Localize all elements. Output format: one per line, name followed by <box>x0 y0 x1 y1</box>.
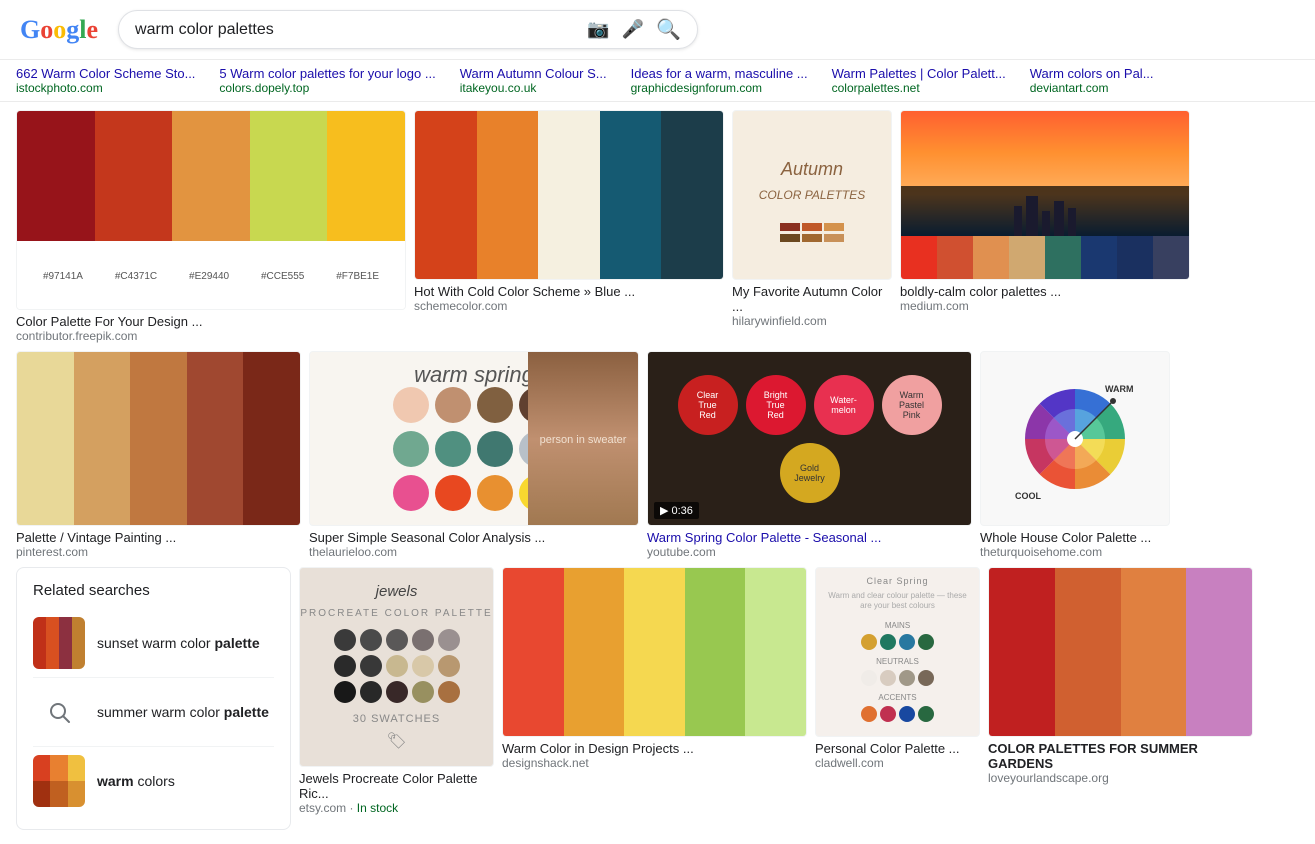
top-link-url: deviantart.com <box>1030 81 1154 95</box>
top-link-title[interactable]: 662 Warm Color Scheme Sto... <box>16 66 195 81</box>
related-item-sunset[interactable]: sunset warm color palette <box>33 609 274 678</box>
top-link-url: itakeyou.co.uk <box>460 81 607 95</box>
camera-search-button[interactable]: 📷 <box>587 19 609 40</box>
image-source: contributor.freepik.com <box>16 329 406 343</box>
image-row-2: Palette / Vintage Painting ... pinterest… <box>16 351 1299 830</box>
image-row-2-wrapper: Palette / Vintage Painting ... pinterest… <box>16 351 1299 830</box>
top-link-item[interactable]: 5 Warm color palettes for your logo ... … <box>219 66 435 95</box>
related-searches-panel: Related searches <box>16 567 291 830</box>
image-caption: Personal Color Palette ... <box>815 741 980 756</box>
image-caption: Jewels Procreate Color Palette Ric... <box>299 771 494 801</box>
image-card-warm-spring-video[interactable]: ClearTrueRed BrightTrueRed Water-melon W… <box>647 351 972 559</box>
top-link-url: graphicdesignforum.com <box>631 81 808 95</box>
image-source: theturquoisehome.com <box>980 545 1170 559</box>
top-links: 662 Warm Color Scheme Sto... istockphoto… <box>0 60 1315 102</box>
main-content: #97141A #C4371C #E29440 #CCE555 #F7BE1E … <box>0 102 1315 838</box>
image-source: cladwell.com <box>815 756 980 770</box>
related-item-label-summer: summer warm color palette <box>97 704 269 720</box>
svg-text:COOL: COOL <box>1015 491 1042 501</box>
image-card-autumn[interactable]: AutumnCOLOR PALETTES My Favorite Autumn … <box>732 110 892 328</box>
image-card-boldly-calm[interactable]: boldly-calm color palettes ... medium.co… <box>900 110 1190 313</box>
top-link-title[interactable]: 5 Warm color palettes for your logo ... <box>219 66 435 81</box>
search-input[interactable] <box>135 21 587 39</box>
search-button[interactable]: 🔍 <box>656 17 681 42</box>
top-link-title[interactable]: Warm Palettes | Color Palett... <box>832 66 1006 81</box>
related-searches-title: Related searches <box>33 582 274 599</box>
top-link-item[interactable]: Ideas for a warm, masculine ... graphicd… <box>631 66 808 95</box>
top-link-url: istockphoto.com <box>16 81 195 95</box>
image-card-personal-color[interactable]: Clear Spring Warm and clear colour palet… <box>815 567 980 770</box>
related-item-label-sunset: sunset warm color palette <box>97 635 260 651</box>
image-caption: Super Simple Seasonal Color Analysis ... <box>309 530 639 545</box>
image-source: medium.com <box>900 299 1190 313</box>
image-caption: My Favorite Autumn Color ... <box>732 284 892 314</box>
image-source: youtube.com <box>647 545 972 559</box>
related-thumb-warm-colors <box>33 755 85 807</box>
related-item-summer[interactable]: summer warm color palette <box>33 678 274 747</box>
image-source: loveyourlandscape.org <box>988 771 1253 785</box>
image-source: schemecolor.com <box>414 299 724 313</box>
image-card-whole-house[interactable]: WARM COOL Whole House Color Palette ... … <box>980 351 1170 559</box>
image-caption: COLOR PALETTES FOR SUMMER GARDENS <box>988 741 1253 771</box>
image-card-summer-gardens[interactable]: COLOR PALETTES FOR SUMMER GARDENS loveyo… <box>988 567 1253 785</box>
related-icon-search <box>33 686 85 738</box>
image-source: pinterest.com <box>16 545 301 559</box>
top-link-item[interactable]: Warm Palettes | Color Palett... colorpal… <box>832 66 1006 95</box>
image-card-hotcold[interactable]: Hot With Cold Color Scheme » Blue ... sc… <box>414 110 724 313</box>
image-source: thelaurieloo.com <box>309 545 639 559</box>
image-caption[interactable]: Warm Spring Color Palette - Seasonal ... <box>647 530 972 545</box>
image-card-warm-spring-analysis[interactable]: warm spring <box>309 351 639 559</box>
image-caption: boldly-calm color palettes ... <box>900 284 1190 299</box>
top-link-url: colors.dopely.top <box>219 81 435 95</box>
image-caption: Warm Color in Design Projects ... <box>502 741 807 756</box>
image-source: etsy.com · In stock <box>299 801 494 815</box>
voice-search-button[interactable]: 🎤 <box>622 19 644 40</box>
google-logo[interactable]: G o o g l e <box>20 15 98 45</box>
top-link-title[interactable]: Warm colors on Pal... <box>1030 66 1154 81</box>
image-caption: Palette / Vintage Painting ... <box>16 530 301 545</box>
image-source: hilarywinfield.com <box>732 314 892 328</box>
top-link-item[interactable]: Warm colors on Pal... deviantart.com <box>1030 66 1154 95</box>
bottom-image-cards: jewels PROCREATE COLOR PALETTE <box>299 567 1299 815</box>
image-row-1: #97141A #C4371C #E29440 #CCE555 #F7BE1E … <box>16 110 1299 343</box>
image-source: designshack.net <box>502 756 807 770</box>
video-duration-badge: ▶ 0:36 <box>654 502 699 519</box>
svg-text:WARM: WARM <box>1105 384 1134 394</box>
image-card-jewels[interactable]: jewels PROCREATE COLOR PALETTE <box>299 567 494 815</box>
header: G o o g l e 📷 🎤 🔍 <box>0 0 1315 60</box>
related-thumb-sunset <box>33 617 85 669</box>
top-link-item[interactable]: 662 Warm Color Scheme Sto... istockphoto… <box>16 66 195 95</box>
top-link-title[interactable]: Ideas for a warm, masculine ... <box>631 66 808 81</box>
image-card-vintage[interactable]: Palette / Vintage Painting ... pinterest… <box>16 351 301 559</box>
top-link-title[interactable]: Warm Autumn Colour S... <box>460 66 607 81</box>
search-bar: 📷 🎤 🔍 <box>118 10 698 49</box>
image-caption: Hot With Cold Color Scheme » Blue ... <box>414 284 724 299</box>
related-item-warm-colors[interactable]: warm colors <box>33 747 274 815</box>
related-item-label-warm-colors: warm colors <box>97 773 175 789</box>
top-link-item[interactable]: Warm Autumn Colour S... itakeyou.co.uk <box>460 66 607 95</box>
image-card-warm-design[interactable]: Warm Color in Design Projects ... design… <box>502 567 807 770</box>
image-card-freepik[interactable]: #97141A #C4371C #E29440 #CCE555 #F7BE1E … <box>16 110 406 343</box>
image-caption: Whole House Color Palette ... <box>980 530 1170 545</box>
image-caption: Color Palette For Your Design ... <box>16 314 406 329</box>
top-link-url: colorpalettes.net <box>832 81 1006 95</box>
